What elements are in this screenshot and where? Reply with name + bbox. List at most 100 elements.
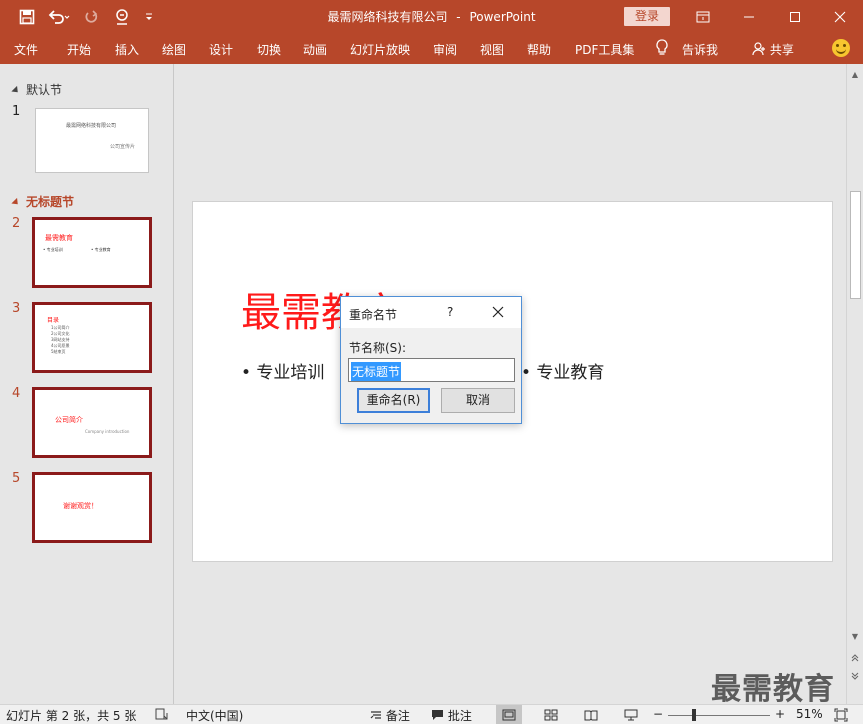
tab-help[interactable]: 帮助 bbox=[527, 41, 551, 58]
thumb-subtitle: 公司宣传片 bbox=[110, 144, 136, 150]
zoom-in-button[interactable]: + bbox=[775, 707, 785, 721]
zoom-out-button[interactable]: − bbox=[653, 707, 663, 721]
normal-view-icon[interactable] bbox=[496, 705, 522, 724]
customize-qat-icon[interactable] bbox=[141, 0, 157, 33]
title-separator: - bbox=[456, 10, 461, 24]
reading-view-icon[interactable] bbox=[578, 705, 604, 724]
thumb-title: 谢谢观赏！ bbox=[63, 502, 98, 510]
scroll-up-icon[interactable]: ▲ bbox=[847, 66, 863, 82]
comments-label: 批注 bbox=[447, 709, 472, 723]
thumb-bullet: • 专业教育 bbox=[91, 247, 111, 252]
lightbulb-icon[interactable] bbox=[655, 39, 669, 60]
slide-thumbnail-3[interactable]: 目录 1公司简介 2公司文化 3网站支持 4公司愿景 5结束页 bbox=[32, 302, 152, 373]
minimize-icon[interactable] bbox=[726, 0, 772, 33]
zoom-slider-track[interactable] bbox=[668, 715, 770, 716]
section-header-default[interactable]: 默认节 bbox=[11, 81, 63, 98]
vertical-scrollbar[interactable]: ▲ ▼ bbox=[846, 64, 863, 704]
scroll-down-icon[interactable]: ▼ bbox=[847, 628, 863, 644]
comments-button[interactable]: 批注 bbox=[431, 707, 472, 724]
tab-view[interactable]: 视图 bbox=[480, 41, 504, 58]
notes-button[interactable]: 备注 bbox=[370, 707, 410, 724]
section-name-label: 节名称(S): bbox=[349, 341, 407, 355]
slide-number: 1 bbox=[12, 104, 21, 119]
redo-icon[interactable] bbox=[82, 0, 102, 33]
help-icon[interactable]: ? bbox=[447, 305, 453, 319]
selected-text: 无标题节 bbox=[351, 362, 402, 381]
section-header-untitled[interactable]: 无标题节 bbox=[11, 193, 75, 210]
login-button[interactable]: 登录 bbox=[624, 7, 670, 26]
slide-thumbnail-5[interactable]: 谢谢观赏！ bbox=[32, 472, 152, 543]
previous-slide-icon[interactable] bbox=[847, 650, 863, 666]
slide-thumbnail-4[interactable]: 公司简介 Company introduction bbox=[32, 387, 152, 458]
undo-icon[interactable] bbox=[45, 0, 73, 33]
close-icon[interactable] bbox=[817, 0, 863, 33]
tab-design[interactable]: 设计 bbox=[209, 41, 233, 58]
dialog-close-icon[interactable] bbox=[488, 302, 508, 322]
slide-number: 3 bbox=[12, 301, 21, 316]
thumb-title: 最需网络科技有限公司 bbox=[66, 123, 117, 129]
ribbon-tabs: 文件 开始 插入 绘图 设计 切换 动画 幻灯片放映 审阅 视图 帮助 PDF工… bbox=[0, 33, 863, 64]
next-slide-icon[interactable] bbox=[847, 668, 863, 684]
thumb-title: 最需教育 bbox=[45, 234, 73, 242]
tab-slide-show[interactable]: 幻灯片放映 bbox=[350, 41, 410, 58]
slide-bullet[interactable]: • 专业教育 bbox=[521, 358, 604, 383]
accessibility-icon[interactable] bbox=[155, 708, 169, 724]
tab-review[interactable]: 审阅 bbox=[433, 41, 457, 58]
touch-mode-icon[interactable] bbox=[110, 0, 134, 33]
watermark: 最需教育 bbox=[711, 672, 835, 707]
slide-sorter-icon[interactable] bbox=[538, 705, 564, 724]
dialog-title-bar[interactable]: 重命名节 ? bbox=[341, 297, 521, 328]
slide-number: 4 bbox=[12, 386, 21, 401]
slide-thumbnail-1[interactable]: 最需网络科技有限公司 公司宣传片 bbox=[35, 108, 149, 173]
rename-button[interactable]: 重命名(R) bbox=[357, 388, 430, 413]
maximize-icon[interactable] bbox=[772, 0, 818, 33]
tab-transitions[interactable]: 切换 bbox=[257, 41, 281, 58]
rename-section-dialog: 重命名节 ? 节名称(S): 无标题节 重命名(R) 取消 bbox=[340, 296, 522, 424]
cancel-button[interactable]: 取消 bbox=[441, 388, 515, 413]
thumb-title: 目录 bbox=[47, 317, 60, 324]
tab-draw[interactable]: 绘图 bbox=[162, 41, 186, 58]
language-indicator[interactable]: 中文(中国) bbox=[186, 707, 243, 724]
tab-animations[interactable]: 动画 bbox=[303, 41, 327, 58]
slide-number: 2 bbox=[12, 216, 21, 231]
title-bar: 最需网络科技有限公司 - PowerPoint 登录 bbox=[0, 0, 863, 33]
thumb-title: 公司简介 bbox=[55, 416, 83, 424]
thumb-toc-item: 5结束页 bbox=[51, 349, 66, 354]
smiley-feedback-icon[interactable] bbox=[832, 39, 850, 57]
zoom-level[interactable]: 51% bbox=[796, 707, 823, 721]
tab-insert[interactable]: 插入 bbox=[115, 41, 139, 58]
notes-label: 备注 bbox=[385, 709, 410, 723]
scrollbar-thumb[interactable] bbox=[850, 191, 861, 299]
slide-number: 5 bbox=[12, 471, 21, 486]
tell-me-box[interactable]: 告诉我 bbox=[682, 41, 718, 58]
slide-thumbnail-pane: 默认节 1 最需网络科技有限公司 公司宣传片 无标题节 2 最需教育 • 专业培… bbox=[0, 64, 173, 704]
dialog-title: 重命名节 bbox=[349, 308, 398, 322]
share-button[interactable]: 共享 bbox=[752, 41, 794, 58]
section-name: 无标题节 bbox=[26, 195, 75, 209]
section-name: 默认节 bbox=[26, 83, 63, 97]
comment-icon bbox=[432, 710, 443, 720]
thumb-subtitle: Company introduction bbox=[85, 429, 130, 434]
slide-bullet[interactable]: • 专业培训 bbox=[241, 358, 324, 383]
share-label: 共享 bbox=[769, 43, 794, 57]
slide-thumbnail-2[interactable]: 最需教育 • 专业培训 • 专业教育 bbox=[32, 217, 152, 288]
tab-pdf-tools[interactable]: PDF工具集 bbox=[575, 41, 634, 58]
tab-file[interactable]: 文件 bbox=[14, 41, 38, 58]
document-name: 最需网络科技有限公司 bbox=[327, 10, 448, 24]
section-name-input[interactable]: 无标题节 bbox=[348, 358, 515, 382]
save-icon[interactable] bbox=[16, 0, 38, 33]
tab-home[interactable]: 开始 bbox=[67, 41, 91, 58]
zoom-slider-knob[interactable] bbox=[692, 709, 696, 721]
thumb-bullet: • 专业培训 bbox=[43, 247, 63, 252]
collapse-triangle-icon bbox=[11, 85, 21, 96]
fit-to-window-icon[interactable] bbox=[834, 708, 848, 724]
notes-icon bbox=[370, 711, 381, 719]
person-icon bbox=[752, 42, 765, 56]
app-name: PowerPoint bbox=[469, 10, 536, 24]
collapse-triangle-icon bbox=[11, 197, 21, 208]
pane-divider[interactable] bbox=[173, 64, 174, 704]
slide-show-icon[interactable] bbox=[618, 705, 644, 724]
ribbon-display-options-icon[interactable] bbox=[680, 0, 726, 33]
status-bar: 幻灯片 第 2 张，共 5 张 中文(中国) 备注 批注 − + 51% bbox=[0, 704, 863, 724]
slide-position-text: 幻灯片 第 2 张，共 5 张 bbox=[6, 709, 137, 723]
